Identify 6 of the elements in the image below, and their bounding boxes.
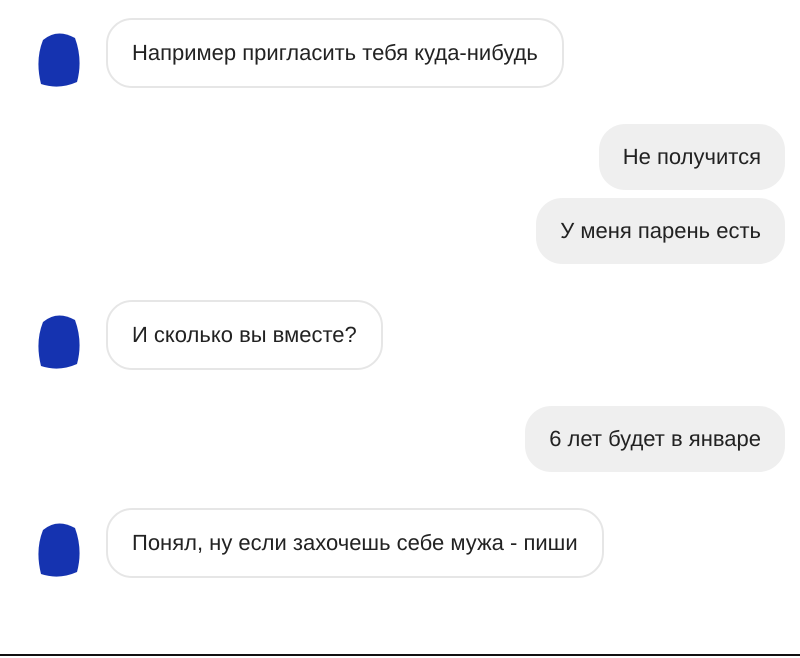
incoming-message: И сколько вы вместе? [106, 300, 383, 370]
outgoing-message: У меня парень есть [536, 198, 785, 264]
outgoing-message: Не получится [598, 124, 785, 190]
outgoing-message: 6 лет будет в январе [525, 406, 785, 472]
incoming-message: Например пригласить тебя куда-нибудь [106, 18, 564, 88]
incoming-message: Понял, ну если захочешь себе мужа - пиши [106, 508, 604, 578]
